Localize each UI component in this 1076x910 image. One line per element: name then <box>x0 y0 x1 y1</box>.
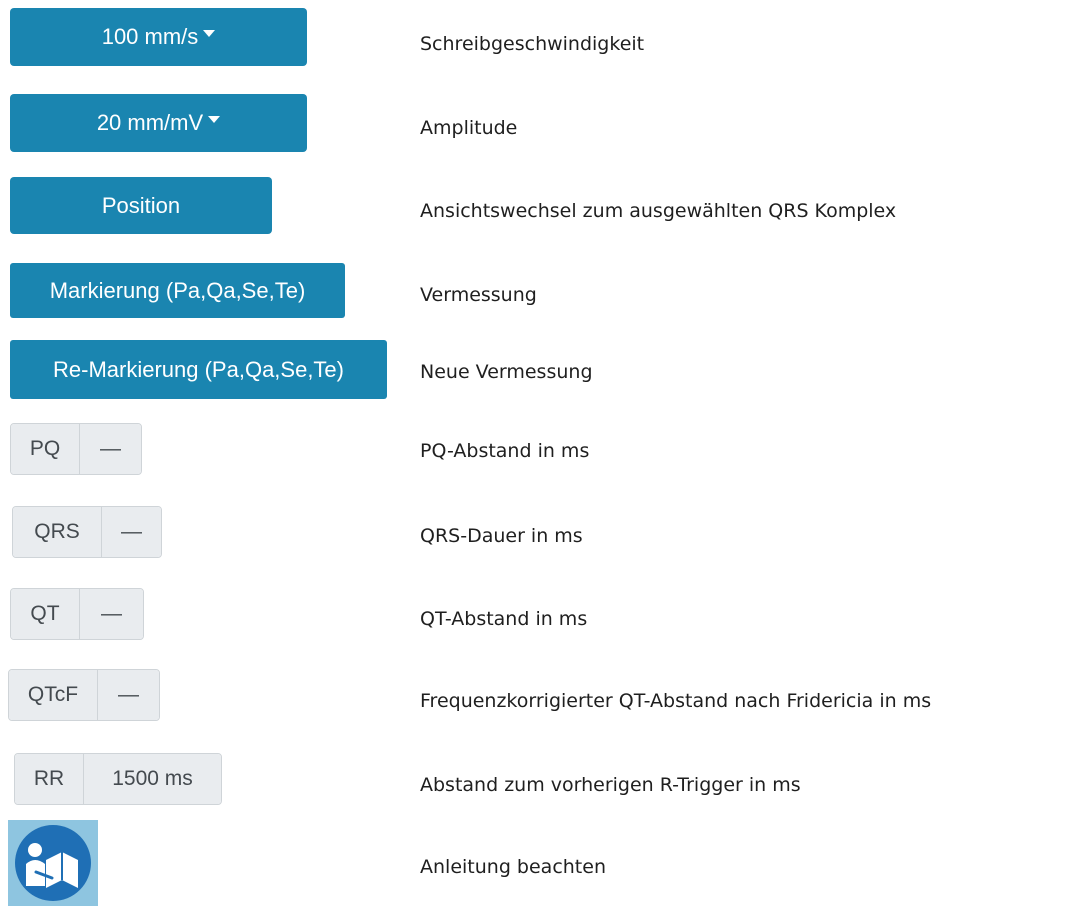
rr-description: Abstand zum vorherigen R-Trigger in ms <box>420 774 801 796</box>
qrs-label: QRS <box>13 507 101 557</box>
read-manual-icon-graphic <box>15 825 91 901</box>
speed-description: Schreibgeschwindigkeit <box>420 33 645 55</box>
qrs-value: — <box>101 507 161 557</box>
remark-description: Neue Vermessung <box>420 361 593 383</box>
pq-measurement: PQ — <box>10 423 142 475</box>
manual-description: Anleitung beachten <box>420 856 606 878</box>
qt-value: — <box>79 589 143 639</box>
pq-description: PQ-Abstand in ms <box>420 440 590 462</box>
qt-label: QT <box>11 589 79 639</box>
qtcf-description: Frequenzkorrigierter QT-Abstand nach Fri… <box>420 690 932 712</box>
amplitude-dropdown-label: 20 mm/mV <box>96 110 204 135</box>
caret-down-icon <box>208 115 221 123</box>
rr-label: RR <box>15 754 83 804</box>
pq-label: PQ <box>11 424 79 474</box>
caret-down-icon <box>203 29 216 37</box>
qtcf-value: — <box>97 670 159 720</box>
mark-description: Vermessung <box>420 284 537 306</box>
amplitude-dropdown-button[interactable]: 20 mm/mV <box>10 94 307 152</box>
mark-button[interactable]: Markierung (Pa,Qa,Se,Te) <box>10 263 345 318</box>
qrs-measurement: QRS — <box>12 506 162 558</box>
qtcf-measurement: QTcF — <box>8 669 160 721</box>
amplitude-description: Amplitude <box>420 117 518 139</box>
rr-measurement: RR 1500 ms <box>14 753 222 805</box>
mark-button-label: Markierung (Pa,Qa,Se,Te) <box>49 277 306 303</box>
read-manual-icon <box>8 820 98 906</box>
pq-value: — <box>79 424 141 474</box>
qt-description: QT-Abstand in ms <box>420 608 588 630</box>
position-description: Ansichtswechsel zum ausgewählten QRS Kom… <box>420 200 897 222</box>
qrs-description: QRS-Dauer in ms <box>420 525 583 547</box>
qtcf-label: QTcF <box>9 670 97 720</box>
remark-button-label: Re-Markierung (Pa,Qa,Se,Te) <box>53 356 344 382</box>
speed-dropdown-label: 100 mm/s <box>101 24 199 49</box>
rr-value: 1500 ms <box>83 754 221 804</box>
qt-measurement: QT — <box>10 588 144 640</box>
position-button[interactable]: Position <box>10 177 272 234</box>
position-button-label: Position <box>101 192 181 218</box>
speed-dropdown-button[interactable]: 100 mm/s <box>10 8 307 66</box>
remark-button[interactable]: Re-Markierung (Pa,Qa,Se,Te) <box>10 340 387 399</box>
